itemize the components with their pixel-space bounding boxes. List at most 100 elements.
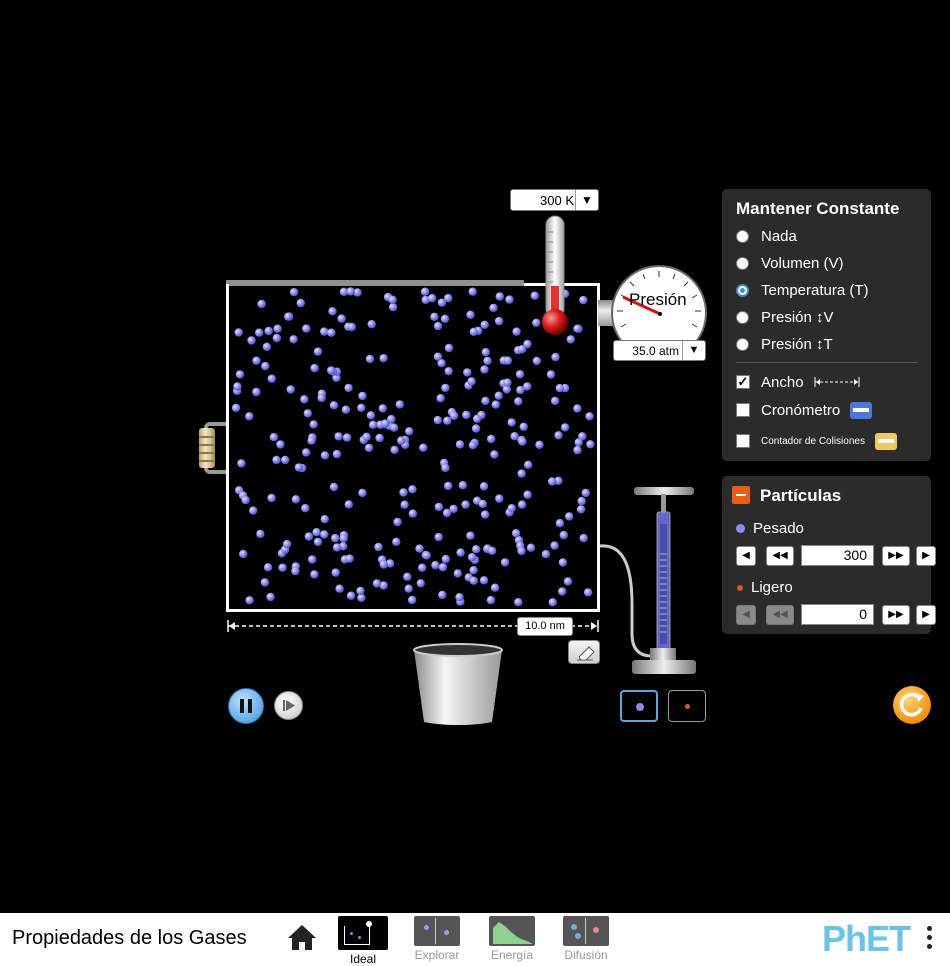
stopwatch-icon bbox=[850, 401, 873, 419]
radio-volume[interactable]: Volumen (V) bbox=[736, 252, 844, 274]
heavy-particle bbox=[548, 598, 557, 607]
increment-many-button[interactable]: ▶▶ bbox=[882, 605, 910, 625]
chevron-down-icon[interactable]: ▼ bbox=[575, 190, 598, 210]
heavy-particle bbox=[518, 437, 527, 446]
tab-diffusion[interactable]: Difusión bbox=[556, 916, 616, 962]
decrement-many-button[interactable]: ◀◀ bbox=[766, 605, 794, 625]
heavy-particle bbox=[462, 410, 471, 420]
radio-icon[interactable] bbox=[736, 229, 749, 243]
chevron-down-icon[interactable]: ▼ bbox=[682, 341, 705, 360]
heavy-particle bbox=[444, 343, 454, 353]
checkbox-collision-counter[interactable]: Contador de Colisiones bbox=[736, 430, 897, 452]
increment-one-button[interactable]: ▶ bbox=[916, 546, 936, 566]
heavy-particle bbox=[555, 519, 565, 528]
checkbox-stopwatch[interactable]: Cronómetro bbox=[736, 399, 873, 421]
heavy-particle bbox=[365, 354, 375, 364]
heavy-particle bbox=[517, 500, 527, 509]
heavy-particle bbox=[303, 409, 312, 418]
checkbox-label: Ancho bbox=[761, 373, 804, 391]
menu-icon[interactable] bbox=[924, 923, 934, 953]
heavy-particle bbox=[310, 570, 319, 579]
increment-one-button[interactable]: ▶ bbox=[916, 605, 936, 625]
checkbox-width[interactable]: ✓ Ancho bbox=[736, 371, 860, 393]
tab-ideal[interactable]: Ideal bbox=[333, 916, 393, 966]
heavy-particle bbox=[517, 345, 527, 354]
radio-icon[interactable] bbox=[736, 256, 749, 270]
light-count-field[interactable]: 0 bbox=[801, 604, 874, 625]
heavy-particle bbox=[481, 348, 490, 357]
heavy-particle bbox=[468, 287, 477, 296]
heavy-particle bbox=[262, 342, 272, 351]
tab-explore[interactable]: Explorar bbox=[407, 916, 467, 962]
heavy-particle bbox=[374, 542, 383, 552]
phet-logo[interactable]: PhET bbox=[822, 918, 911, 960]
heavy-particle bbox=[245, 412, 254, 421]
tab-energy[interactable]: Energía bbox=[482, 916, 542, 962]
heavy-particle bbox=[478, 499, 487, 509]
heavy-particle bbox=[523, 490, 532, 499]
radio-label: Presión ↕V bbox=[761, 308, 834, 326]
collapse-icon[interactable] bbox=[732, 486, 750, 504]
heavy-particle bbox=[249, 506, 258, 515]
heavy-particle bbox=[440, 314, 450, 323]
tab-label: Explorar bbox=[414, 948, 460, 962]
light-species-label: Ligero bbox=[736, 579, 793, 596]
checkbox-icon[interactable] bbox=[736, 403, 750, 417]
radio-icon[interactable] bbox=[736, 310, 749, 324]
heavy-particle bbox=[393, 517, 402, 527]
pressure-readout[interactable]: 35.0 atm ▼ bbox=[613, 340, 706, 361]
explore-screen-icon bbox=[414, 916, 460, 946]
radio-selected-icon[interactable] bbox=[736, 283, 749, 297]
heavy-particle bbox=[455, 593, 464, 602]
decrement-one-button[interactable]: ◀ bbox=[736, 605, 756, 625]
light-particle-mode-button[interactable] bbox=[668, 690, 706, 722]
heavy-particle bbox=[441, 383, 450, 393]
checkbox-label: Contador de Colisiones bbox=[761, 435, 865, 447]
container-handle[interactable] bbox=[199, 428, 215, 468]
heavy-particle bbox=[548, 477, 557, 486]
pause-button[interactable] bbox=[228, 688, 264, 724]
heavy-particle bbox=[559, 530, 568, 540]
eraser-button[interactable] bbox=[568, 640, 600, 664]
heavy-particle bbox=[357, 403, 366, 412]
radio-pressure-v[interactable]: Presión ↕V bbox=[736, 306, 834, 328]
heavy-particle bbox=[519, 422, 528, 431]
width-value: 10.0 nm bbox=[517, 617, 573, 636]
checkbox-checked-icon[interactable]: ✓ bbox=[736, 375, 750, 389]
heavy-particle bbox=[441, 463, 450, 473]
heavy-count-field[interactable]: 300 bbox=[801, 545, 874, 566]
radio-nothing[interactable]: Nada bbox=[736, 225, 797, 247]
heavy-particle bbox=[467, 553, 477, 562]
home-icon[interactable] bbox=[287, 923, 317, 951]
heavy-particle bbox=[517, 546, 526, 556]
radio-label: Presión ↕T bbox=[761, 335, 833, 353]
heavy-particle bbox=[255, 328, 264, 337]
radio-icon[interactable] bbox=[736, 337, 749, 351]
heavy-particle-mode-button[interactable] bbox=[620, 690, 658, 722]
radio-pressure-t[interactable]: Presión ↕T bbox=[736, 333, 833, 355]
temperature-readout[interactable]: 300 K ▼ bbox=[510, 189, 599, 211]
heavy-particle bbox=[312, 528, 321, 537]
reset-all-button[interactable] bbox=[893, 686, 931, 724]
heavy-particle bbox=[511, 529, 521, 538]
checkbox-icon[interactable] bbox=[736, 434, 750, 448]
radio-temperature[interactable]: Temperatura (T) bbox=[736, 279, 869, 301]
heavy-particle bbox=[308, 555, 317, 564]
heat-bucket[interactable] bbox=[412, 642, 504, 726]
bicycle-pump[interactable] bbox=[598, 484, 700, 678]
heavy-particle bbox=[433, 321, 443, 331]
heavy-particle bbox=[487, 434, 496, 444]
species-name: Pesado bbox=[753, 520, 804, 537]
heavy-particle bbox=[332, 543, 342, 552]
heavy-particle bbox=[431, 560, 440, 570]
heavy-particle bbox=[329, 401, 339, 410]
heavy-particle bbox=[327, 366, 336, 375]
decrement-many-button[interactable]: ◀◀ bbox=[766, 546, 794, 566]
step-forward-button[interactable] bbox=[274, 691, 303, 720]
heavy-particle bbox=[541, 550, 551, 559]
heavy-particle bbox=[408, 509, 418, 518]
decrement-one-button[interactable]: ◀ bbox=[736, 546, 756, 566]
increment-many-button[interactable]: ▶▶ bbox=[882, 546, 910, 566]
heavy-particle bbox=[387, 414, 396, 424]
heavy-particle bbox=[427, 294, 437, 303]
